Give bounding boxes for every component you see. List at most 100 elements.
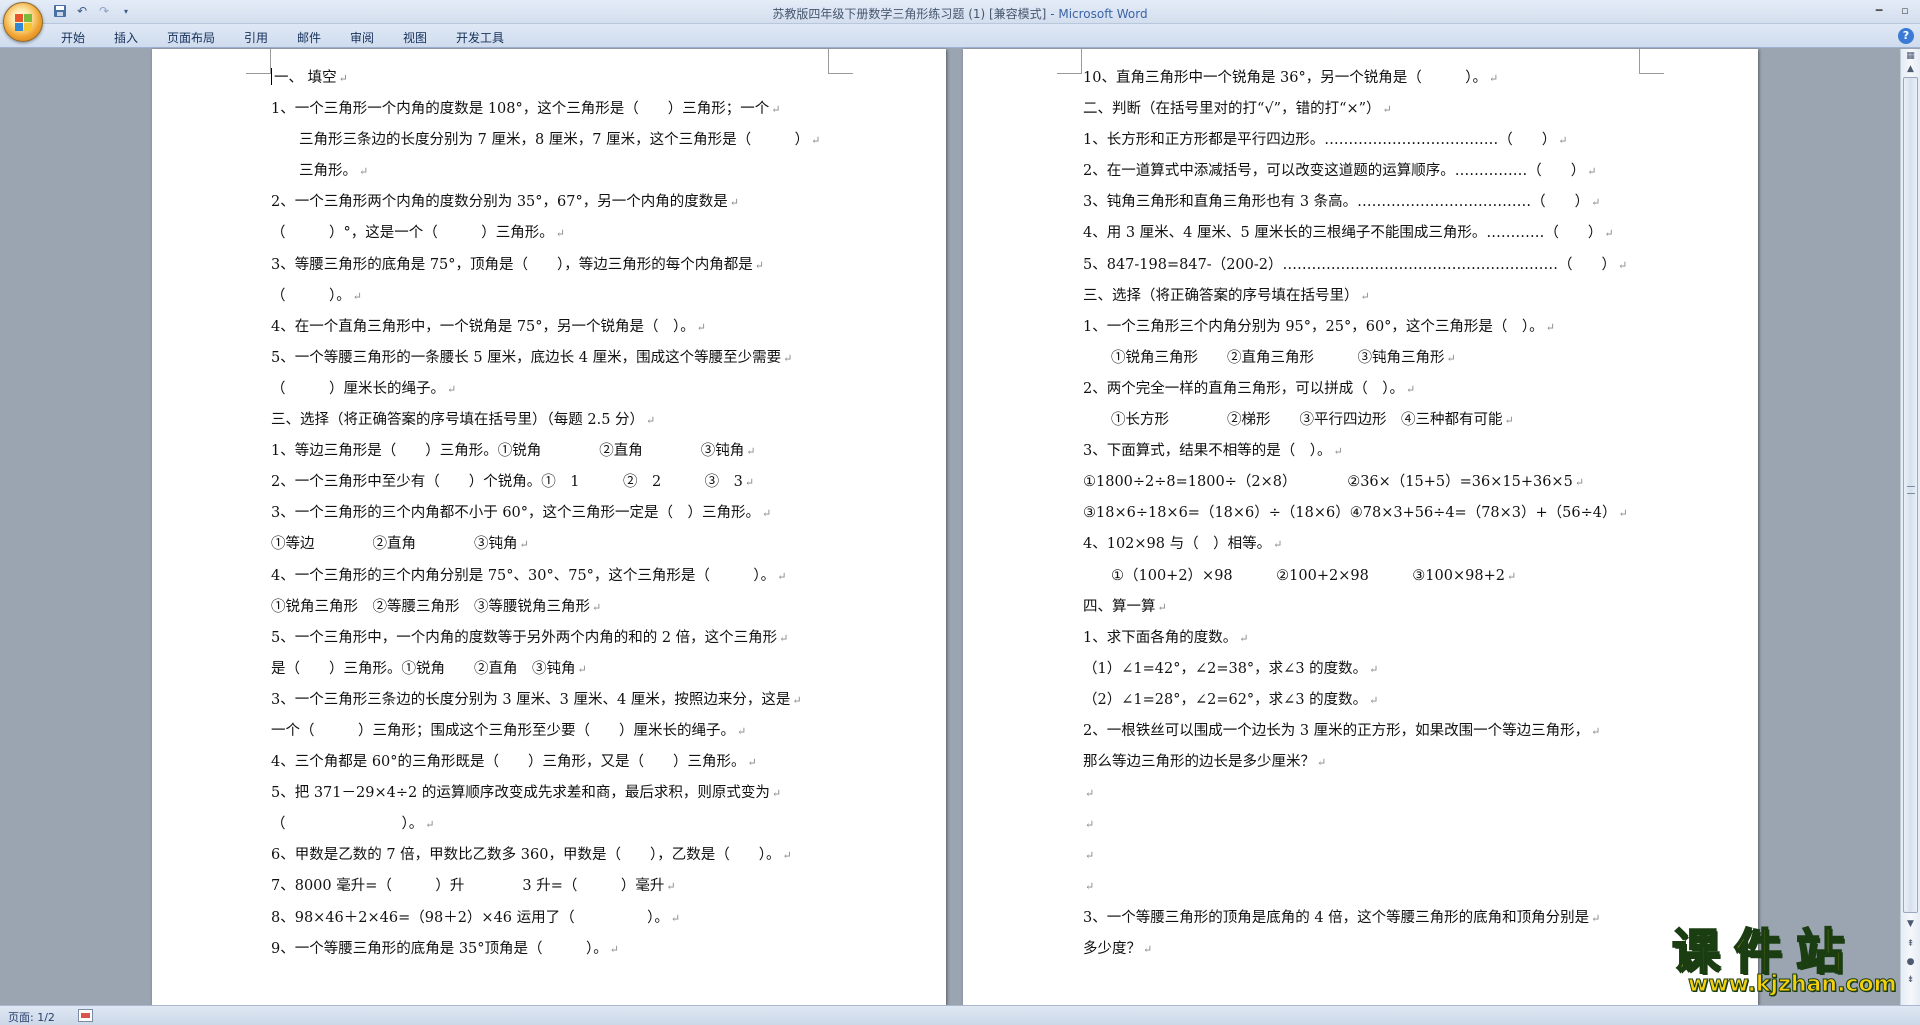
text-line[interactable]: 7、8000 毫升=（ ）升 3 升=（ ）毫升 ↵ <box>271 871 820 902</box>
paragraph-mark-icon: ↵ <box>744 476 755 490</box>
text-line[interactable]: ①锐角三角形 ②等腰三角形 ③等腰锐角三角形 ↵ <box>271 592 820 623</box>
text-line[interactable]: （1）∠1=42°，∠2=38°，求∠3 的度数。 ↵ <box>1083 654 1628 685</box>
text-line[interactable]: 1、求下面各角的度数。 ↵ <box>1083 623 1628 654</box>
text-line[interactable]: 1、一个三角形三个内角分别为 95°，25°，60°，这个三角形是（ ）。 ↵ <box>1083 312 1628 343</box>
text-line[interactable]: ①长方形 ②梯形 ③平行四边形 ④三种都有可能 ↵ <box>1083 405 1628 436</box>
text-line[interactable]: （ ）。 ↵ <box>271 281 820 312</box>
text-line[interactable]: 5、把 371－29×4÷2 的运算顺序改变成先求差和商，最后求积，则原式变为 ↵ <box>271 778 820 809</box>
restore-icon[interactable]: ▫ <box>1894 2 1916 20</box>
ribbon-tabs: 开始 插入 页面布局 引用 邮件 审阅 视图 开发工具 ? <box>0 24 1920 48</box>
text-line[interactable]: （ ）°，这是一个（ ）三角形。 ↵ <box>271 218 820 249</box>
paragraph-mark-icon: ↵ <box>1239 631 1249 645</box>
text-line[interactable]: 二、判断（在括号里对的打“√”，错的打“×”） ↵ <box>1083 94 1628 125</box>
line-text: ①等边 ②直角 ③钝角 <box>271 536 518 553</box>
text-line[interactable]: 3、一个三角形的三个内角都不小于 60°，这个三角形一定是（ ）三角形。 ↵ <box>271 498 820 529</box>
crop-mark <box>1057 49 1082 74</box>
watermark-logo: 课件站 www.kjzhan.com <box>1660 910 1920 1000</box>
tab-page-layout[interactable]: 页面布局 <box>167 29 215 46</box>
text-line[interactable]: 是（ ）三角形。①锐角 ②直角 ③钝角 ↵ <box>271 654 820 685</box>
tab-view[interactable]: 视图 <box>403 29 427 46</box>
line-text: 是（ ）三角形。①锐角 ②直角 ③钝角 <box>271 660 576 677</box>
text-line[interactable]: 4、102×98 与（ ）相等。 ↵ <box>1083 529 1628 560</box>
text-line[interactable]: 2、一根铁丝可以围成一个边长为 3 厘米的正方形，如果改围一个等边三角形， ↵ <box>1083 716 1628 747</box>
tab-insert[interactable]: 插入 <box>114 29 138 46</box>
text-line[interactable]: 9、一个等腰三角形的底角是 35°顶角是（ ）。 ↵ <box>271 934 820 965</box>
text-line[interactable]: 3、钝角三角形和直角三角形也有 3 条高。………………………………（ ） ↵ <box>1083 187 1628 218</box>
scroll-up-icon[interactable]: ▲ <box>1903 62 1918 77</box>
text-line[interactable]: 4、用 3 厘米、4 厘米、5 厘米长的三根绳子不能围成三角形。…………（ ） ↵ <box>1083 218 1628 249</box>
paragraph-mark-icon: ↵ <box>729 196 739 210</box>
text-line[interactable]: 3、下面算式，结果不相等的是（ ）。 ↵ <box>1083 436 1628 467</box>
line-text: 那么等边三角形的边长是多少厘米？ <box>1083 754 1315 771</box>
text-line[interactable]: 1、长方形和正方形都是平行四边形。………………………………（ ） ↵ <box>1083 125 1628 156</box>
paragraph-mark-icon: ↵ <box>1446 351 1456 365</box>
text-line[interactable]: 2、一个三角形两个内角的度数分别为 35°，67°，另一个内角的度数是 ↵ <box>271 187 820 218</box>
text-line[interactable]: 2、在一道算式中添减括号，可以改变这道题的运算顺序。……………（ ） ↵ <box>1083 156 1628 187</box>
text-line[interactable]: ①1800÷2÷8=1800÷（2×8） ②36×（15+5）=36×15+36… <box>1083 467 1628 498</box>
text-line[interactable]: ③18×6÷18×6=（18×6）÷（18×6）④78×3+56÷4=（78×3… <box>1083 498 1628 529</box>
paragraph-mark-icon: ↵ <box>1506 569 1517 583</box>
text-line[interactable]: 1、一个三角形一个内角的度数是 108°，这个三角形是（ ）三角形；一个 ↵ <box>271 94 820 125</box>
line-text: 1、长方形和正方形都是平行四边形。………………………………（ ） <box>1083 132 1557 149</box>
page-2-text[interactable]: 10、直角三角形中一个锐角是 36°，另一个锐角是（ ）。 ↵ 二、判断（在括号里对… <box>1083 63 1628 965</box>
paragraph-mark-icon: ↵ <box>779 631 789 645</box>
text-line[interactable]: 1、等边三角形是（ ）三角形。①锐角 ②直角 ③钝角 ↵ <box>271 436 820 467</box>
text-line[interactable]: 一个（ ）三角形；围成这个三角形至少要（ ）厘米长的绳子。 ↵ <box>271 716 820 747</box>
text-line[interactable]: 那么等边三角形的边长是多少厘米？ ↵ <box>1083 747 1628 778</box>
text-line[interactable]: ①锐角三角形 ②直角三角形 ③钝角三角形 ↵ <box>1083 343 1628 374</box>
text-line[interactable]: 2、一个三角形中至少有（ ）个锐角。① 1 ② 2 ③ 3 ↵ <box>271 467 820 498</box>
tab-references[interactable]: 引用 <box>244 29 268 46</box>
office-button[interactable] <box>3 2 43 42</box>
text-line[interactable]: （ ）厘米长的绳子。 ↵ <box>271 374 820 405</box>
text-line[interactable]: 2、两个完全一样的直角三角形，可以拼成（ ）。 ↵ <box>1083 374 1628 405</box>
text-line[interactable]: 8、98×46＋2×46=（98＋2）×46 运用了（ ）。 ↵ <box>271 903 820 934</box>
text-line[interactable]: 5、一个三角形中，一个内角的度数等于另外两个内角的和的 2 倍，这个三角形 ↵ <box>271 623 820 654</box>
scroll-thumb[interactable] <box>1903 77 1918 913</box>
text-line[interactable]: ↵ <box>1083 840 1628 871</box>
line-text: （ ）厘米长的绳子。 <box>271 380 445 397</box>
text-line[interactable]: 三、选择（将正确答案的序号填在括号里）（每题 2.5 分） ↵ <box>271 405 820 436</box>
text-line[interactable]: 四、算一算 ↵ <box>1083 592 1628 623</box>
line-text: （1）∠1=42°，∠2=38°，求∠3 的度数。 <box>1083 660 1368 677</box>
line-text: 5、一个三角形中，一个内角的度数等于另外两个内角的和的 2 倍，这个三角形 <box>271 629 778 646</box>
text-line[interactable]: ↵ <box>1083 871 1628 902</box>
paragraph-mark-icon: ↵ <box>425 818 435 832</box>
document-page-2[interactable]: 10、直角三角形中一个锐角是 36°，另一个锐角是（ ）。 ↵ 二、判断（在括号里对… <box>963 49 1758 1005</box>
text-line[interactable]: 三角形三条边的长度分别为 7 厘米，8 厘米，7 厘米，这个三角形是（ ） ↵ <box>271 125 820 156</box>
text-line[interactable]: ①等边 ②直角 ③钝角 ↵ <box>271 529 820 560</box>
text-line[interactable]: 三角形。 ↵ <box>271 156 820 187</box>
tab-review[interactable]: 审阅 <box>350 29 374 46</box>
text-line[interactable]: 4、三个角都是 60°的三角形既是（ ）三角形，又是（ ）三角形。 ↵ <box>271 747 820 778</box>
tab-mailings[interactable]: 邮件 <box>297 29 321 46</box>
text-line[interactable]: 一、 填空 ↵ <box>271 63 820 94</box>
vertical-scrollbar[interactable]: ▦ ▲ ▼ ⇞ ● ⇟ <box>1900 49 1920 1005</box>
text-line[interactable]: 3、等腰三角形的底角是 75°，顶角是（ ），等边三角形的每个内角都是 ↵ <box>271 250 820 281</box>
tab-home[interactable]: 开始 <box>61 29 85 46</box>
tab-developer[interactable]: 开发工具 <box>456 29 504 46</box>
text-line[interactable]: ↵ <box>1083 809 1628 840</box>
text-line[interactable]: 5、一个等腰三角形的一条腰长 5 厘米，底边长 4 厘米，围成这个等腰至少需要 ↵ <box>271 343 820 374</box>
document-page-1[interactable]: 一、 填空 ↵ 1、一个三角形一个内角的度数是 108°，这个三角形是（ ）三角形；… <box>152 49 946 1005</box>
text-line[interactable]: 6、甲数是乙数的 7 倍，甲数比乙数多 360，甲数是（ ），乙数是（ ）。 ↵ <box>271 840 820 871</box>
text-line[interactable]: 多少度？ ↵ <box>1083 934 1628 965</box>
document-title: 苏教版四年级下册数学三角形练习题 (1) [兼容模式] <box>772 7 1047 21</box>
text-line[interactable]: （2）∠1=28°，∠2=62°，求∠3 的度数。 ↵ <box>1083 685 1628 716</box>
crop-mark <box>828 49 853 74</box>
proofing-icon[interactable] <box>78 1009 93 1022</box>
page-number[interactable]: 页面: 1/2 <box>8 1009 55 1025</box>
help-icon[interactable]: ? <box>1898 28 1914 44</box>
text-line[interactable]: 10、直角三角形中一个锐角是 36°，另一个锐角是（ ）。 ↵ <box>1083 63 1628 94</box>
minimize-icon[interactable]: ━ <box>1868 2 1890 20</box>
line-text: 3、一个等腰三角形的顶角是底角的 4 倍，这个等腰三角形的底角和顶角分别是 <box>1083 909 1590 926</box>
text-line[interactable]: ↵ <box>1083 778 1628 809</box>
text-line[interactable]: （ ）。 ↵ <box>271 809 820 840</box>
text-line[interactable]: ①（100+2）×98 ②100+2×98 ③100×98+2 ↵ <box>1083 561 1628 592</box>
text-line[interactable]: 3、一个三角形三条边的长度分别为 3 厘米、3 厘米、4 厘米，按照边来分，这是… <box>271 685 820 716</box>
text-line[interactable]: 3、一个等腰三角形的顶角是底角的 4 倍，这个等腰三角形的底角和顶角分别是 ↵ <box>1083 903 1628 934</box>
text-cursor <box>271 68 272 85</box>
page-1-text[interactable]: 一、 填空 ↵ 1、一个三角形一个内角的度数是 108°，这个三角形是（ ）三角形；… <box>271 63 820 965</box>
text-line[interactable]: 4、一个三角形的三个内角分别是 75°、30°、75°，这个三角形是（ ）。 ↵ <box>271 561 820 592</box>
text-line[interactable]: 4、在一个直角三角形中，一个锐角是 75°，另一个锐角是（ ）。 ↵ <box>271 312 820 343</box>
text-line[interactable]: 三、选择（将正确答案的序号填在括号里） ↵ <box>1083 281 1628 312</box>
text-line[interactable]: 5、847-198=847-（200-2）…………………………………………………… <box>1083 250 1628 281</box>
